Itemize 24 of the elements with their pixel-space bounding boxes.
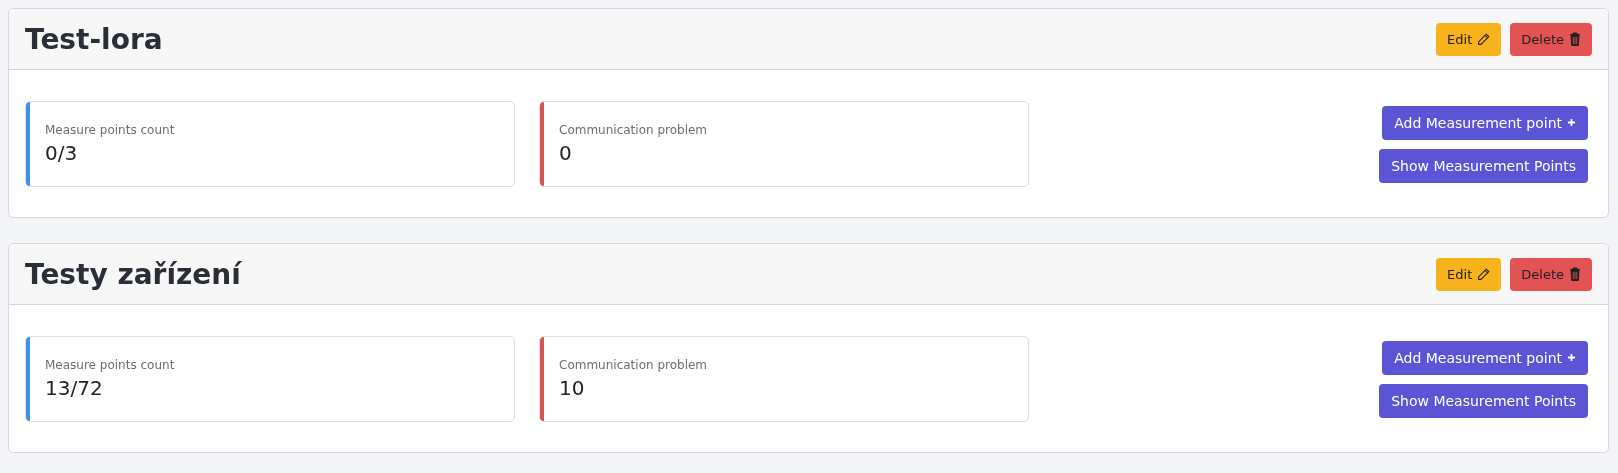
device-title: Testy zařízení xyxy=(25,257,241,291)
device-title: Test-lora xyxy=(25,22,163,56)
stat-label: Measure points count xyxy=(45,358,175,372)
add-measurement-point-button[interactable]: Add Measurement point xyxy=(1382,340,1588,375)
show-measurement-points-button[interactable]: Show Measurement Points xyxy=(1379,383,1588,418)
plus-icon xyxy=(1567,118,1576,127)
pencil-icon xyxy=(1477,32,1491,46)
delete-button[interactable]: Delete xyxy=(1510,22,1592,56)
stat-label: Communication problem xyxy=(559,358,708,372)
edit-button[interactable]: Edit xyxy=(1436,257,1502,291)
add-measurement-point-button[interactable]: Add Measurement point xyxy=(1382,105,1588,140)
show-measurement-points-button[interactable]: Show Measurement Points xyxy=(1379,148,1588,183)
stat-label: Measure points count xyxy=(45,123,175,137)
stat-value: 13/72 xyxy=(45,376,104,400)
stat-value: 0 xyxy=(559,141,573,165)
stat-label: Communication problem xyxy=(559,123,708,137)
pencil-icon xyxy=(1477,267,1491,281)
trash-icon xyxy=(1569,267,1581,281)
plus-icon xyxy=(1567,353,1576,362)
trash-icon xyxy=(1569,32,1581,46)
stat-value: 0/3 xyxy=(45,141,79,165)
edit-button[interactable]: Edit xyxy=(1436,22,1502,56)
stat-value: 10 xyxy=(559,376,586,400)
delete-button[interactable]: Delete xyxy=(1510,257,1592,291)
